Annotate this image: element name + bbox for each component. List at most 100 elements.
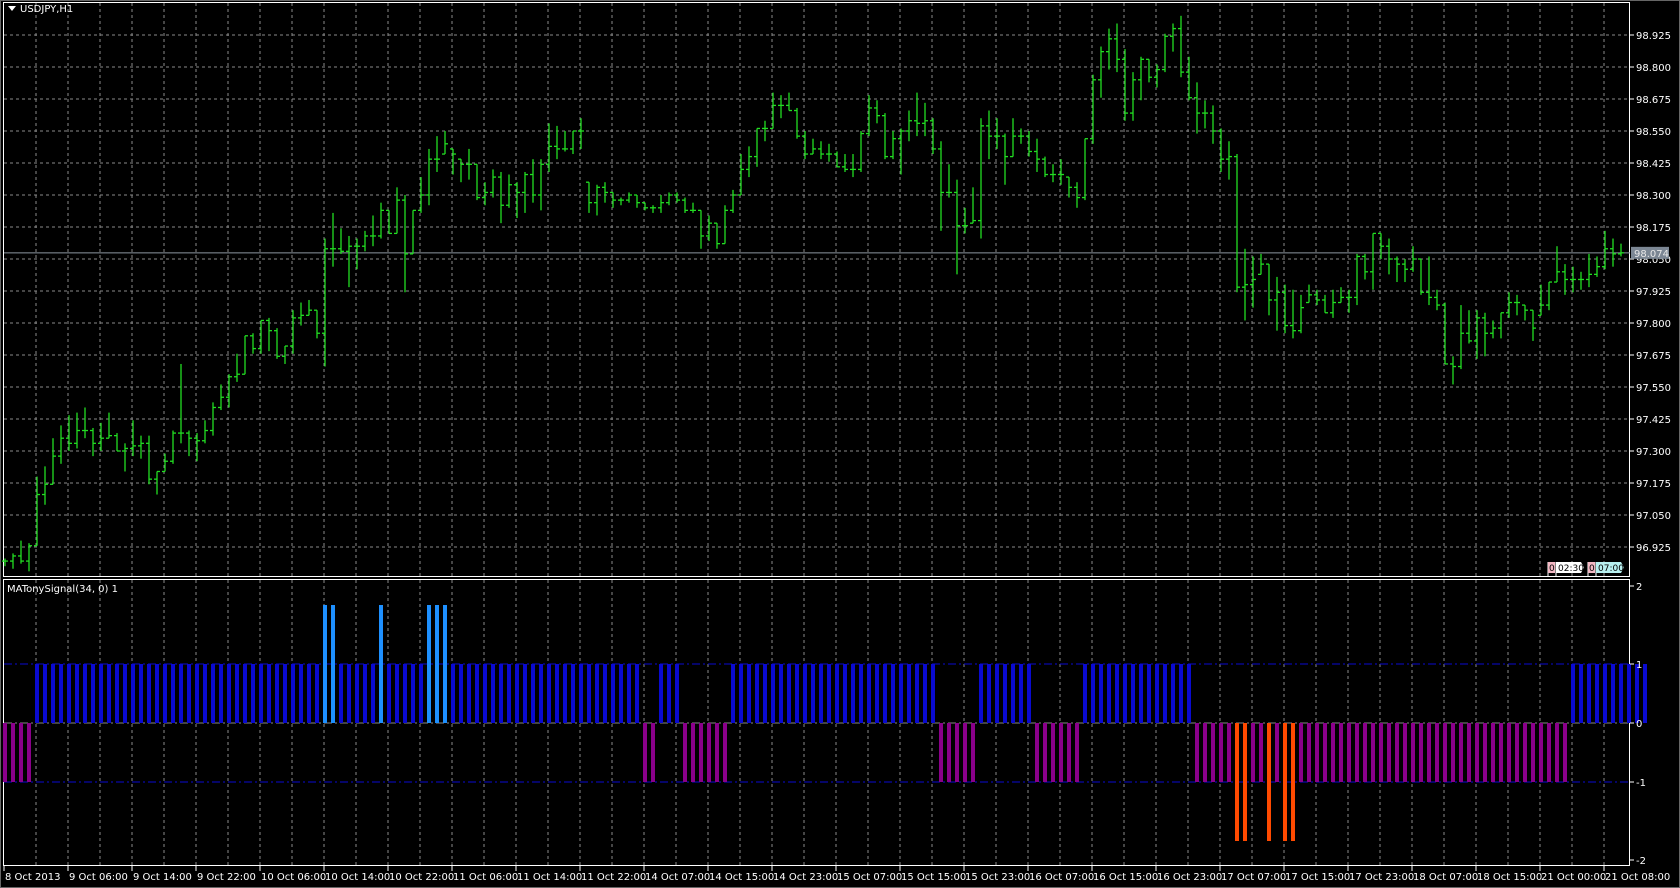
ohlc-bar [602,182,608,203]
histogram-bar [1347,723,1351,782]
histogram-bar [507,664,511,723]
ohlc-bar [90,427,96,457]
ohlc-bar [706,215,712,242]
histogram-bar [1371,723,1375,782]
histogram-bar [859,664,863,723]
chart-title[interactable]: USDJPY,H1 [8,4,73,15]
time-label: 10 Oct 14:00 [325,872,390,883]
ohlc-bar [2,558,8,567]
time-label: 14 Oct 07:00 [645,872,710,883]
ohlc-bar [890,131,896,160]
histogram-bar [483,664,487,723]
histogram-bar [747,664,751,723]
time-label: 18 Oct 15:00 [1477,872,1542,883]
histogram-bar [491,664,495,723]
ohlc-bar [1602,230,1608,270]
time-label: 21 Oct 08:00 [1605,872,1670,883]
histogram-bar [1339,723,1343,782]
histogram-bar [907,664,911,723]
histogram-bar [395,664,399,723]
histogram-bar [1451,723,1455,782]
histogram-bar [387,664,391,723]
ohlc-bar [114,433,120,452]
ohlc-bar [1322,294,1328,314]
histogram-bar [1499,723,1503,782]
histogram-bar [43,664,47,723]
price-label: 98.675 [1636,95,1671,106]
ohlc-bar [1274,276,1280,331]
dropdown-triangle-icon[interactable] [8,6,16,11]
histogram-bar [843,664,847,723]
histogram-bar [851,664,855,723]
histogram-bar [1011,664,1015,723]
ohlc-bar [538,159,544,211]
time-label: 11 Oct 22:00 [581,872,646,883]
ohlc-bar [1386,238,1392,275]
histogram-bar [667,664,671,723]
ohlc-bar [218,384,224,411]
histogram-bar [291,664,295,723]
ohlc-bar [1098,46,1104,98]
histogram-bar [763,664,767,723]
histogram-bar [91,664,95,723]
price-label: 96.925 [1636,543,1671,554]
histogram-bar [371,664,375,723]
ohlc-bar [106,412,112,439]
histogram-bar [315,664,319,723]
ohlc-bar [1034,138,1040,172]
histogram-bar [427,605,431,723]
ohlc-bar [1514,294,1520,316]
ohlc-bar [1186,56,1192,101]
histogram-bar [1531,723,1535,782]
histogram-bar [627,664,631,723]
ohlc-bar [850,154,856,178]
histogram-bar [1547,723,1551,782]
ohlc-bar [322,238,328,367]
chart-canvas[interactable]: 98.925 98.800 98.675 98.550 98.425 98.300 98.1… [0,0,1680,888]
ohlc-bar [458,158,464,183]
price-label: 98.800 [1636,63,1671,74]
histogram-bar [1115,664,1119,723]
histogram-bar [731,664,735,723]
time-label: 9 Oct 14:00 [133,872,192,883]
histogram-bar [1403,723,1407,782]
ohlc-bar [1250,256,1256,308]
histogram-bar [1187,664,1191,723]
histogram-bar [155,664,159,723]
ohlc-bar [770,92,776,130]
price-label: 98.925 [1636,31,1671,42]
histogram-bar [27,723,31,782]
ohlc-bar [122,443,128,472]
histogram-bar [1163,664,1167,723]
ohlc-bar [10,553,16,569]
ohlc-bar [1338,287,1344,304]
histogram-bar [955,723,959,782]
histogram-bar [1643,664,1647,723]
ohlc-bar [522,171,528,213]
ohlc-bar [1474,310,1480,359]
ohlc-bar [1506,292,1512,318]
ohlc-bar [202,420,208,444]
ohlc-bar [1546,281,1552,311]
histogram-bar [643,723,647,782]
histogram-bar [1147,664,1151,723]
ohlc-bar [354,238,360,270]
ohlc-bar [1482,312,1488,357]
histogram-bar [403,664,407,723]
ohlc-bar [1218,128,1224,172]
histogram-bar [1123,664,1127,723]
ohlc-bar [578,118,584,149]
ohlc-bar [1618,243,1624,257]
histogram-bar [1427,723,1431,782]
histogram-bar [691,723,695,782]
histogram-bar [299,664,303,723]
ohlc-bar [306,299,312,316]
histogram-bar [595,664,599,723]
ohlc-bar [402,195,408,293]
ohlc-bar [1002,133,1008,185]
histogram-bar [59,664,63,723]
ohlc-bar [1146,58,1152,83]
histogram-bar [539,664,543,723]
indicator-title: MATonySignal(34, 0) 1 [7,584,118,595]
histogram-bar [891,664,895,723]
